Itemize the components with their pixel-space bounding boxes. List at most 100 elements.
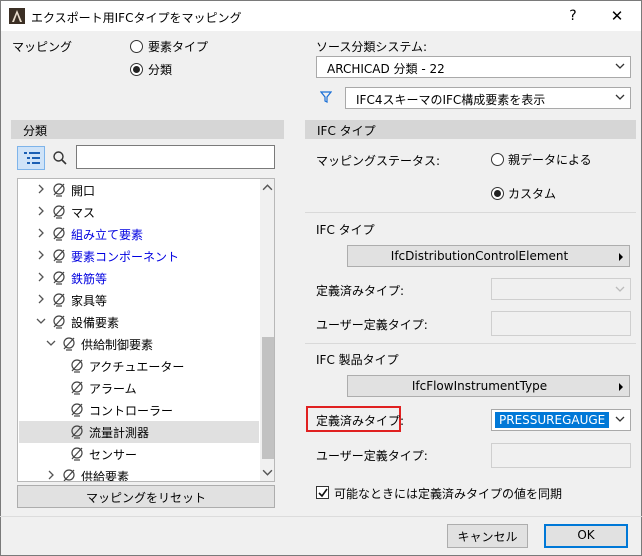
ifc-product-type-button[interactable]: IfcFlowInstrumentType <box>347 375 630 397</box>
radio-status-parent[interactable] <box>491 153 504 166</box>
classification-header-label: 分類 <box>23 124 48 138</box>
tree-row[interactable]: アクチュエーター <box>19 355 259 377</box>
ok-button[interactable]: OK <box>544 524 628 548</box>
chevron-right-icon[interactable] <box>35 183 47 195</box>
chevron-right-icon[interactable] <box>35 227 47 239</box>
predefined-type-select <box>491 278 631 300</box>
tree-row-label: コントローラー <box>89 404 174 418</box>
reset-mapping-button[interactable]: マッピングをリセット <box>17 485 275 508</box>
window-title: エクスポート用IFCタイプをマッピング <box>31 11 242 25</box>
tree-row-label: アラーム <box>89 382 137 396</box>
tree-row-label: 開口 <box>71 184 96 198</box>
chevron-down-icon[interactable] <box>35 315 47 327</box>
chevron-right-icon[interactable] <box>35 271 47 283</box>
predefined-type-label: 定義済みタイプ: <box>316 284 405 298</box>
source-system-select[interactable]: ARCHICAD 分類 - 22 <box>316 56 631 78</box>
checkmark-icon <box>318 488 328 498</box>
chevron-right-icon[interactable] <box>35 205 47 217</box>
sync-checkbox[interactable] <box>316 486 329 499</box>
tree-row[interactable]: 開口 <box>19 179 259 201</box>
arrow-right-icon <box>619 253 623 261</box>
divider <box>305 212 636 213</box>
classification-item-icon <box>71 447 83 461</box>
product-user-defined-type-input <box>491 443 631 468</box>
classification-item-icon <box>53 205 65 219</box>
reset-mapping-label: マッピングをリセット <box>85 491 206 505</box>
tree-row[interactable]: 流量計測器 <box>19 421 259 443</box>
tree-row-label: 組み立て要素 <box>71 228 144 242</box>
close-button[interactable]: ✕ <box>599 5 635 27</box>
chevron-right-icon[interactable] <box>45 469 57 481</box>
classification-item-icon <box>53 293 65 307</box>
ifc-type-header-label: IFC タイプ <box>317 124 376 138</box>
user-defined-type-label: ユーザー定義タイプ: <box>316 318 428 332</box>
radio-classification-label: 分類 <box>148 63 173 77</box>
chevron-down-icon <box>615 416 625 422</box>
classification-header: 分類 <box>11 120 284 139</box>
classification-item-icon <box>63 469 75 481</box>
classification-item-icon <box>53 183 65 197</box>
radio-status-custom[interactable] <box>491 187 504 200</box>
scroll-up-icon[interactable] <box>262 182 273 193</box>
classification-item-icon <box>71 403 83 417</box>
source-system-label: ソース分類システム: <box>316 40 428 54</box>
classification-item-icon <box>71 425 83 439</box>
product-predefined-type-label: 定義済みタイプ: <box>316 414 405 428</box>
arrow-right-icon <box>619 383 623 391</box>
chevron-right-icon[interactable] <box>35 293 47 305</box>
source-system-value: ARCHICAD 分類 - 22 <box>327 62 445 76</box>
tree-row[interactable]: アラーム <box>19 377 259 399</box>
scroll-down-icon[interactable] <box>262 467 273 478</box>
tree-row[interactable]: 組み立て要素 <box>19 223 259 245</box>
chevron-down-icon <box>615 63 625 69</box>
classification-item-icon <box>71 359 83 373</box>
classification-item-icon <box>71 381 83 395</box>
scrollbar-thumb[interactable] <box>262 337 274 459</box>
tree-row[interactable]: 設備要素 <box>19 311 259 333</box>
product-user-defined-type-label: ユーザー定義タイプ: <box>316 449 428 463</box>
chevron-right-icon[interactable] <box>35 249 47 261</box>
tree-row[interactable]: センサー <box>19 443 259 465</box>
tree-row[interactable]: 鉄筋等 <box>19 267 259 289</box>
tree-list-icon <box>24 152 40 164</box>
tree-row[interactable]: コントローラー <box>19 399 259 421</box>
tree-row[interactable]: 要素コンポーネント <box>19 245 259 267</box>
filter-icon <box>320 91 332 103</box>
footer-divider <box>0 516 642 517</box>
classification-tree[interactable]: 開口マス組み立て要素要素コンポーネント 鉄筋等家具等設備要素 供給制御要素 アクチュエ… <box>17 178 275 482</box>
tree-row-label: 家具等 <box>71 294 108 308</box>
product-predefined-type-value: PRESSUREGAUGE <box>495 412 610 428</box>
tree-row-label: 鉄筋等 <box>71 272 108 286</box>
ifc-type-header: IFC タイプ <box>305 120 636 139</box>
schema-filter-select[interactable]: IFC4スキーマのIFC構成要素を表示 <box>345 87 631 109</box>
mapping-status-label: マッピングステータス: <box>316 154 441 168</box>
product-predefined-type-select[interactable]: PRESSUREGAUGE <box>491 409 631 431</box>
tree-row-label: 供給要素 <box>81 470 130 482</box>
ifc-type-button[interactable]: IfcDistributionControlElement <box>347 245 630 267</box>
tree-row[interactable]: 供給要素 <box>19 465 259 482</box>
tree-row[interactable]: マス <box>19 201 259 223</box>
user-defined-type-input <box>491 311 631 336</box>
ifc-type-section-label: IFC タイプ <box>316 223 375 237</box>
ok-button-label: OK <box>577 528 595 542</box>
chevron-down-icon <box>615 286 625 292</box>
mapping-label: マッピング <box>12 40 73 54</box>
cancel-button-label: キャンセル <box>457 530 518 544</box>
archicad-app-icon <box>9 8 25 24</box>
chevron-down-icon[interactable] <box>45 337 57 349</box>
radio-element-type[interactable] <box>130 40 143 53</box>
tree-row[interactable]: 家具等 <box>19 289 259 311</box>
tree-view-toggle[interactable] <box>17 146 45 170</box>
ifc-product-type-section-label: IFC 製品タイプ <box>316 353 399 367</box>
tree-search-input[interactable] <box>76 145 275 169</box>
help-button[interactable]: ? <box>559 5 587 27</box>
chevron-down-icon <box>615 94 625 100</box>
radio-status-parent-label: 親データによる <box>508 153 592 167</box>
classification-item-icon <box>53 227 65 241</box>
tree-row-label: 要素コンポーネント <box>71 250 180 264</box>
cancel-button[interactable]: キャンセル <box>447 524 528 548</box>
search-icon[interactable] <box>52 150 68 166</box>
radio-element-type-label: 要素タイプ <box>148 40 209 54</box>
radio-classification[interactable] <box>130 63 143 76</box>
tree-row[interactable]: 供給制御要素 <box>19 333 259 355</box>
